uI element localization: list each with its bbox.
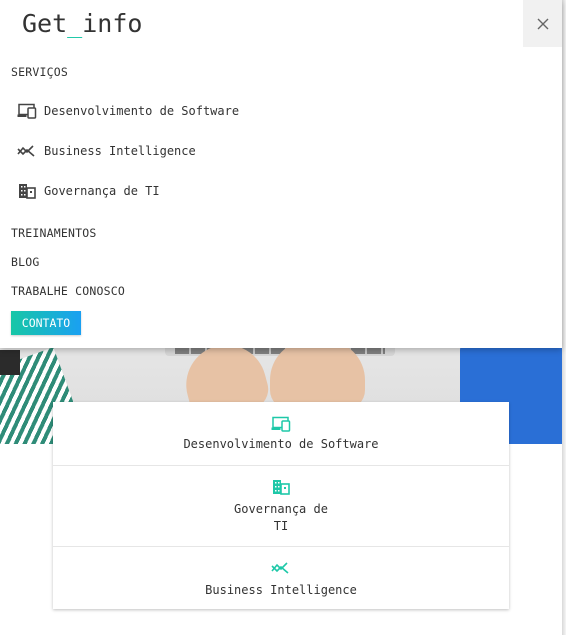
trending-icon (17, 145, 35, 157)
close-menu-button[interactable] (523, 0, 562, 47)
hero-dark-corner (0, 350, 20, 375)
logo-suffix: info (82, 9, 143, 38)
menu-treinamentos[interactable]: TREINAMENTOS (11, 226, 96, 240)
hand-right (270, 340, 365, 410)
devices-icon (17, 103, 37, 119)
menu-servicos[interactable]: SERVIÇOS (11, 65, 68, 79)
menu-item-label: Governança de TI (44, 184, 160, 198)
card-business-intelligence[interactable]: Business Intelligence (53, 546, 509, 610)
card-title: Business Intelligence (205, 583, 357, 597)
card-title: Governança de (234, 502, 328, 516)
scrollbar-track (562, 0, 566, 635)
logo-underscore: _ (67, 9, 83, 38)
services-cards: Desenvolvimento de Software Governança d… (53, 402, 509, 609)
nav-menu: Get_info SERVIÇOS Desenvolvimento de Sof… (0, 0, 562, 348)
menu-item-label: Desenvolvimento de Software (44, 104, 240, 118)
card-governanca[interactable]: Governança de TI (53, 465, 509, 546)
menu-item-governanca[interactable]: Governança de TI (17, 180, 160, 202)
logo-prefix: Get (22, 9, 68, 38)
card-title: Desenvolvimento de Software (183, 437, 379, 451)
menu-item-business-intelligence[interactable]: Business Intelligence (17, 140, 196, 162)
logo[interactable]: Get_info (22, 9, 142, 38)
menu-item-desenvolvimento[interactable]: Desenvolvimento de Software (17, 100, 239, 122)
trending-icon (271, 562, 289, 574)
card-title-line2: TI (273, 519, 289, 533)
menu-item-label: Business Intelligence (44, 144, 196, 158)
building-icon (273, 480, 290, 495)
building-icon (19, 184, 36, 199)
menu-trabalhe-conosco[interactable]: TRABALHE CONOSCO (11, 284, 125, 298)
devices-icon (271, 416, 291, 432)
contato-button[interactable]: CONTATO (11, 311, 81, 335)
card-desenvolvimento[interactable]: Desenvolvimento de Software (53, 402, 509, 465)
menu-blog[interactable]: BLOG (11, 255, 40, 269)
close-icon (537, 18, 549, 30)
